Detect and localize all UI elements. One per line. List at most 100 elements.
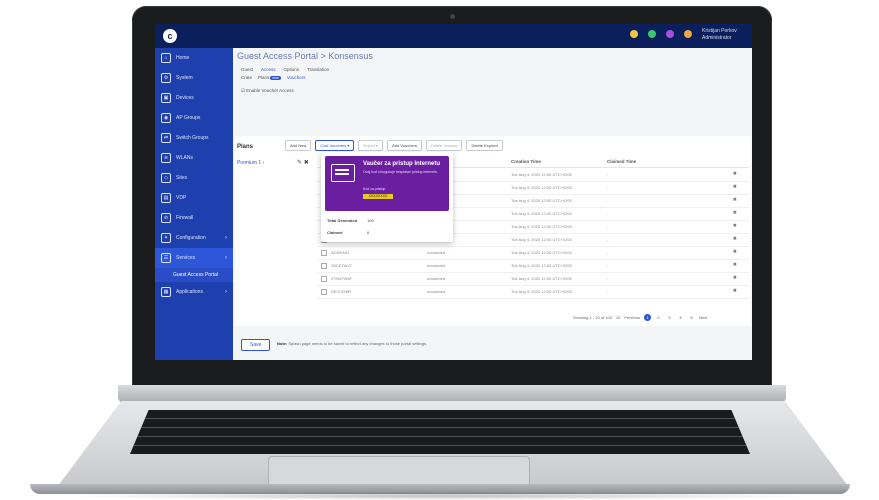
- claimed-time-cell: -: [607, 211, 609, 216]
- plan-actions: ✎ ✖: [297, 159, 309, 166]
- page-3-button[interactable]: 3: [666, 314, 673, 321]
- delete-row-icon[interactable]: ✖: [733, 288, 737, 294]
- ap-groups-icon: ◉: [161, 113, 171, 123]
- subtab-vouchers[interactable]: Vouchers: [287, 75, 306, 80]
- table-row[interactable]: 2BCE7W47 unclaimed Tue Aug 4, 2020 12:00 U…: [317, 259, 749, 273]
- tab-access[interactable]: Access: [261, 67, 276, 72]
- page-5-button[interactable]: 5: [688, 314, 695, 321]
- app-header: c Kristijan Perkov Administrator: [155, 24, 752, 48]
- table-row[interactable]: ACMFA01 unclaimed Tue Aug 4, 2020 12:00 UT…: [317, 246, 749, 260]
- total-generated-label: Total Generated: [327, 218, 358, 223]
- sidebar-item-devices[interactable]: ▣ Devices: [155, 88, 233, 108]
- claimed-time-cell: -: [607, 250, 609, 255]
- sidebar-item-label: Firewall: [176, 215, 194, 221]
- add-new-button[interactable]: Add New: [285, 140, 312, 151]
- pagination-prev[interactable]: Previous: [624, 315, 640, 320]
- total-generated-value: 100: [367, 218, 374, 223]
- voucher-status-cell: unclaimed: [427, 289, 446, 294]
- export-button[interactable]: Export ▾: [358, 140, 384, 151]
- sidebar-subitem-guest-access-portal[interactable]: Guest Access Portal: [155, 268, 233, 282]
- app-logo[interactable]: c: [163, 29, 177, 43]
- pagination-next[interactable]: Next: [699, 315, 707, 320]
- sidebar-item-sites[interactable]: ◇ Sites: [155, 168, 233, 188]
- delete-row-icon[interactable]: ✖: [733, 223, 737, 229]
- creation-time-cell: Tue Aug 4, 2020 12:00 UTC+0200: [511, 276, 572, 281]
- add-vouchers-button[interactable]: Add Vouchers: [387, 140, 422, 151]
- delete-row-icon[interactable]: ✖: [733, 184, 737, 190]
- voucher-code-label: Kod za pristup: [363, 187, 386, 191]
- sidebar-item-services[interactable]: ☰ Services ›: [155, 248, 233, 268]
- page-4-button[interactable]: 4: [677, 314, 684, 321]
- enable-voucher-checkbox[interactable]: ☑ Enable Voucher Access: [241, 88, 294, 94]
- sidebar-item-firewall[interactable]: ⊘ Firewall: [155, 208, 233, 228]
- sidebar-item-ap-groups[interactable]: ◉ AP Groups: [155, 108, 233, 128]
- pin-icon[interactable]: ✎: [223, 52, 229, 60]
- delete-row-icon[interactable]: ✖: [733, 210, 737, 216]
- row-checkbox[interactable]: [321, 289, 327, 296]
- sidebar-item-wlans[interactable]: ≋ WLANs: [155, 148, 233, 168]
- total-generated-row: Total Generated 100: [327, 218, 374, 223]
- sidebar-item-label: VDP: [176, 195, 187, 201]
- delete-row-icon[interactable]: ✖: [733, 171, 737, 177]
- note-text: Splash page needs to be saved to reflect…: [288, 341, 428, 346]
- delete-row-icon[interactable]: ✖: [733, 236, 737, 242]
- camera: [450, 14, 455, 19]
- delete-row-icon[interactable]: ✖: [733, 262, 737, 268]
- user-menu[interactable]: Kristijan Perkov Administrator: [702, 28, 746, 42]
- sidebar-item-system[interactable]: ⚙ System: [155, 68, 233, 88]
- sidebar-item-applications[interactable]: ▦ Applications ›: [155, 282, 233, 302]
- row-checkbox[interactable]: [321, 263, 327, 270]
- sidebar-item-label: Home: [176, 55, 190, 61]
- creation-time-cell: Tue Aug 4, 2020 12:00 UTC+0200: [511, 198, 572, 203]
- per-page-select[interactable]: 10: [616, 315, 620, 320]
- sites-icon: ◇: [161, 173, 171, 183]
- task-icon[interactable]: [684, 30, 692, 38]
- delete-row-icon[interactable]: ✖: [733, 197, 737, 203]
- claimed-time-cell: -: [607, 263, 609, 268]
- cost-vouchers-button[interactable]: Cost Vouchers ▾: [315, 140, 355, 151]
- subtab-crate[interactable]: Crate: [241, 75, 252, 80]
- sidebar-item-home[interactable]: ⌂ Home: [155, 48, 233, 68]
- sidebar-item-vdp[interactable]: ▤ VDP: [155, 188, 233, 208]
- notification-icon[interactable]: [666, 30, 674, 38]
- main-content: ✎ Guest Access Portal > Konsensus Guest A…: [223, 48, 752, 360]
- save-button[interactable]: Save: [241, 339, 271, 351]
- voucher-status-cell: unclaimed: [427, 250, 446, 255]
- alarm-icon[interactable]: [630, 30, 638, 38]
- user-role: Administrator: [702, 35, 732, 41]
- table-row[interactable]: 27KM7W8F unclaimed Tue Aug 4, 2020 12:00 U…: [317, 272, 749, 286]
- tab-translation[interactable]: Translation: [307, 67, 329, 72]
- delete-icon[interactable]: ✖: [304, 160, 309, 166]
- sidebar: ⌂ Home ⚙ System ▣ Devices ◉ AP Groups ⇄ Switch Gr…: [155, 48, 233, 360]
- voucher-card: Vaučer za pristup Internetu Ovaj kod omo…: [325, 156, 449, 211]
- hinge: [118, 385, 786, 403]
- row-checkbox[interactable]: [321, 276, 327, 283]
- delete-row-icon[interactable]: ✖: [733, 249, 737, 255]
- delete-unused-button[interactable]: Delete Unused: [425, 140, 463, 151]
- table-row[interactable]: DE374X8R unclaimed Tue Aug 4, 2020 12:00 U…: [317, 285, 749, 299]
- home-icon: ⌂: [161, 53, 171, 63]
- col-claimed-time[interactable]: Claimed Time: [607, 159, 636, 164]
- delete-expired-button[interactable]: Delete Expired: [466, 140, 503, 151]
- chevron-right-icon: ›: [225, 235, 227, 241]
- plan-item[interactable]: Premium 1 ›: [237, 160, 264, 166]
- creation-time-cell: Tue Aug 4, 2020 12:00 UTC+0200: [511, 263, 572, 268]
- tab-options[interactable]: Options: [284, 67, 300, 72]
- new-badge: new: [270, 76, 281, 80]
- tab-guest[interactable]: Guest: [241, 67, 253, 72]
- voucher-code-cell: 2BCE7W47: [331, 263, 352, 268]
- page-1-button[interactable]: 1: [643, 314, 651, 321]
- sidebar-item-configuration[interactable]: ✦ Configuration ›: [155, 228, 233, 248]
- row-checkbox[interactable]: [321, 250, 327, 257]
- screen: c Kristijan Perkov Administrator ⌂ Home ⚙ S…: [155, 24, 752, 360]
- col-creation-time[interactable]: Creation Time: [511, 159, 541, 164]
- voucher-code-cell: ACMFA01: [331, 250, 350, 255]
- delete-row-icon[interactable]: ✖: [733, 275, 737, 281]
- sidebar-item-switch-groups[interactable]: ⇄ Switch Groups: [155, 128, 233, 148]
- edit-icon[interactable]: ✎: [297, 160, 302, 166]
- creation-time-cell: Tue Aug 4, 2020 12:00 UTC+0200: [511, 211, 572, 216]
- subtab-plans[interactable]: Plans new: [258, 75, 281, 80]
- breadcrumb: Guest Access Portal > Konsensus: [237, 51, 373, 61]
- status-icon[interactable]: [648, 30, 656, 38]
- page-2-button[interactable]: 2: [655, 314, 662, 321]
